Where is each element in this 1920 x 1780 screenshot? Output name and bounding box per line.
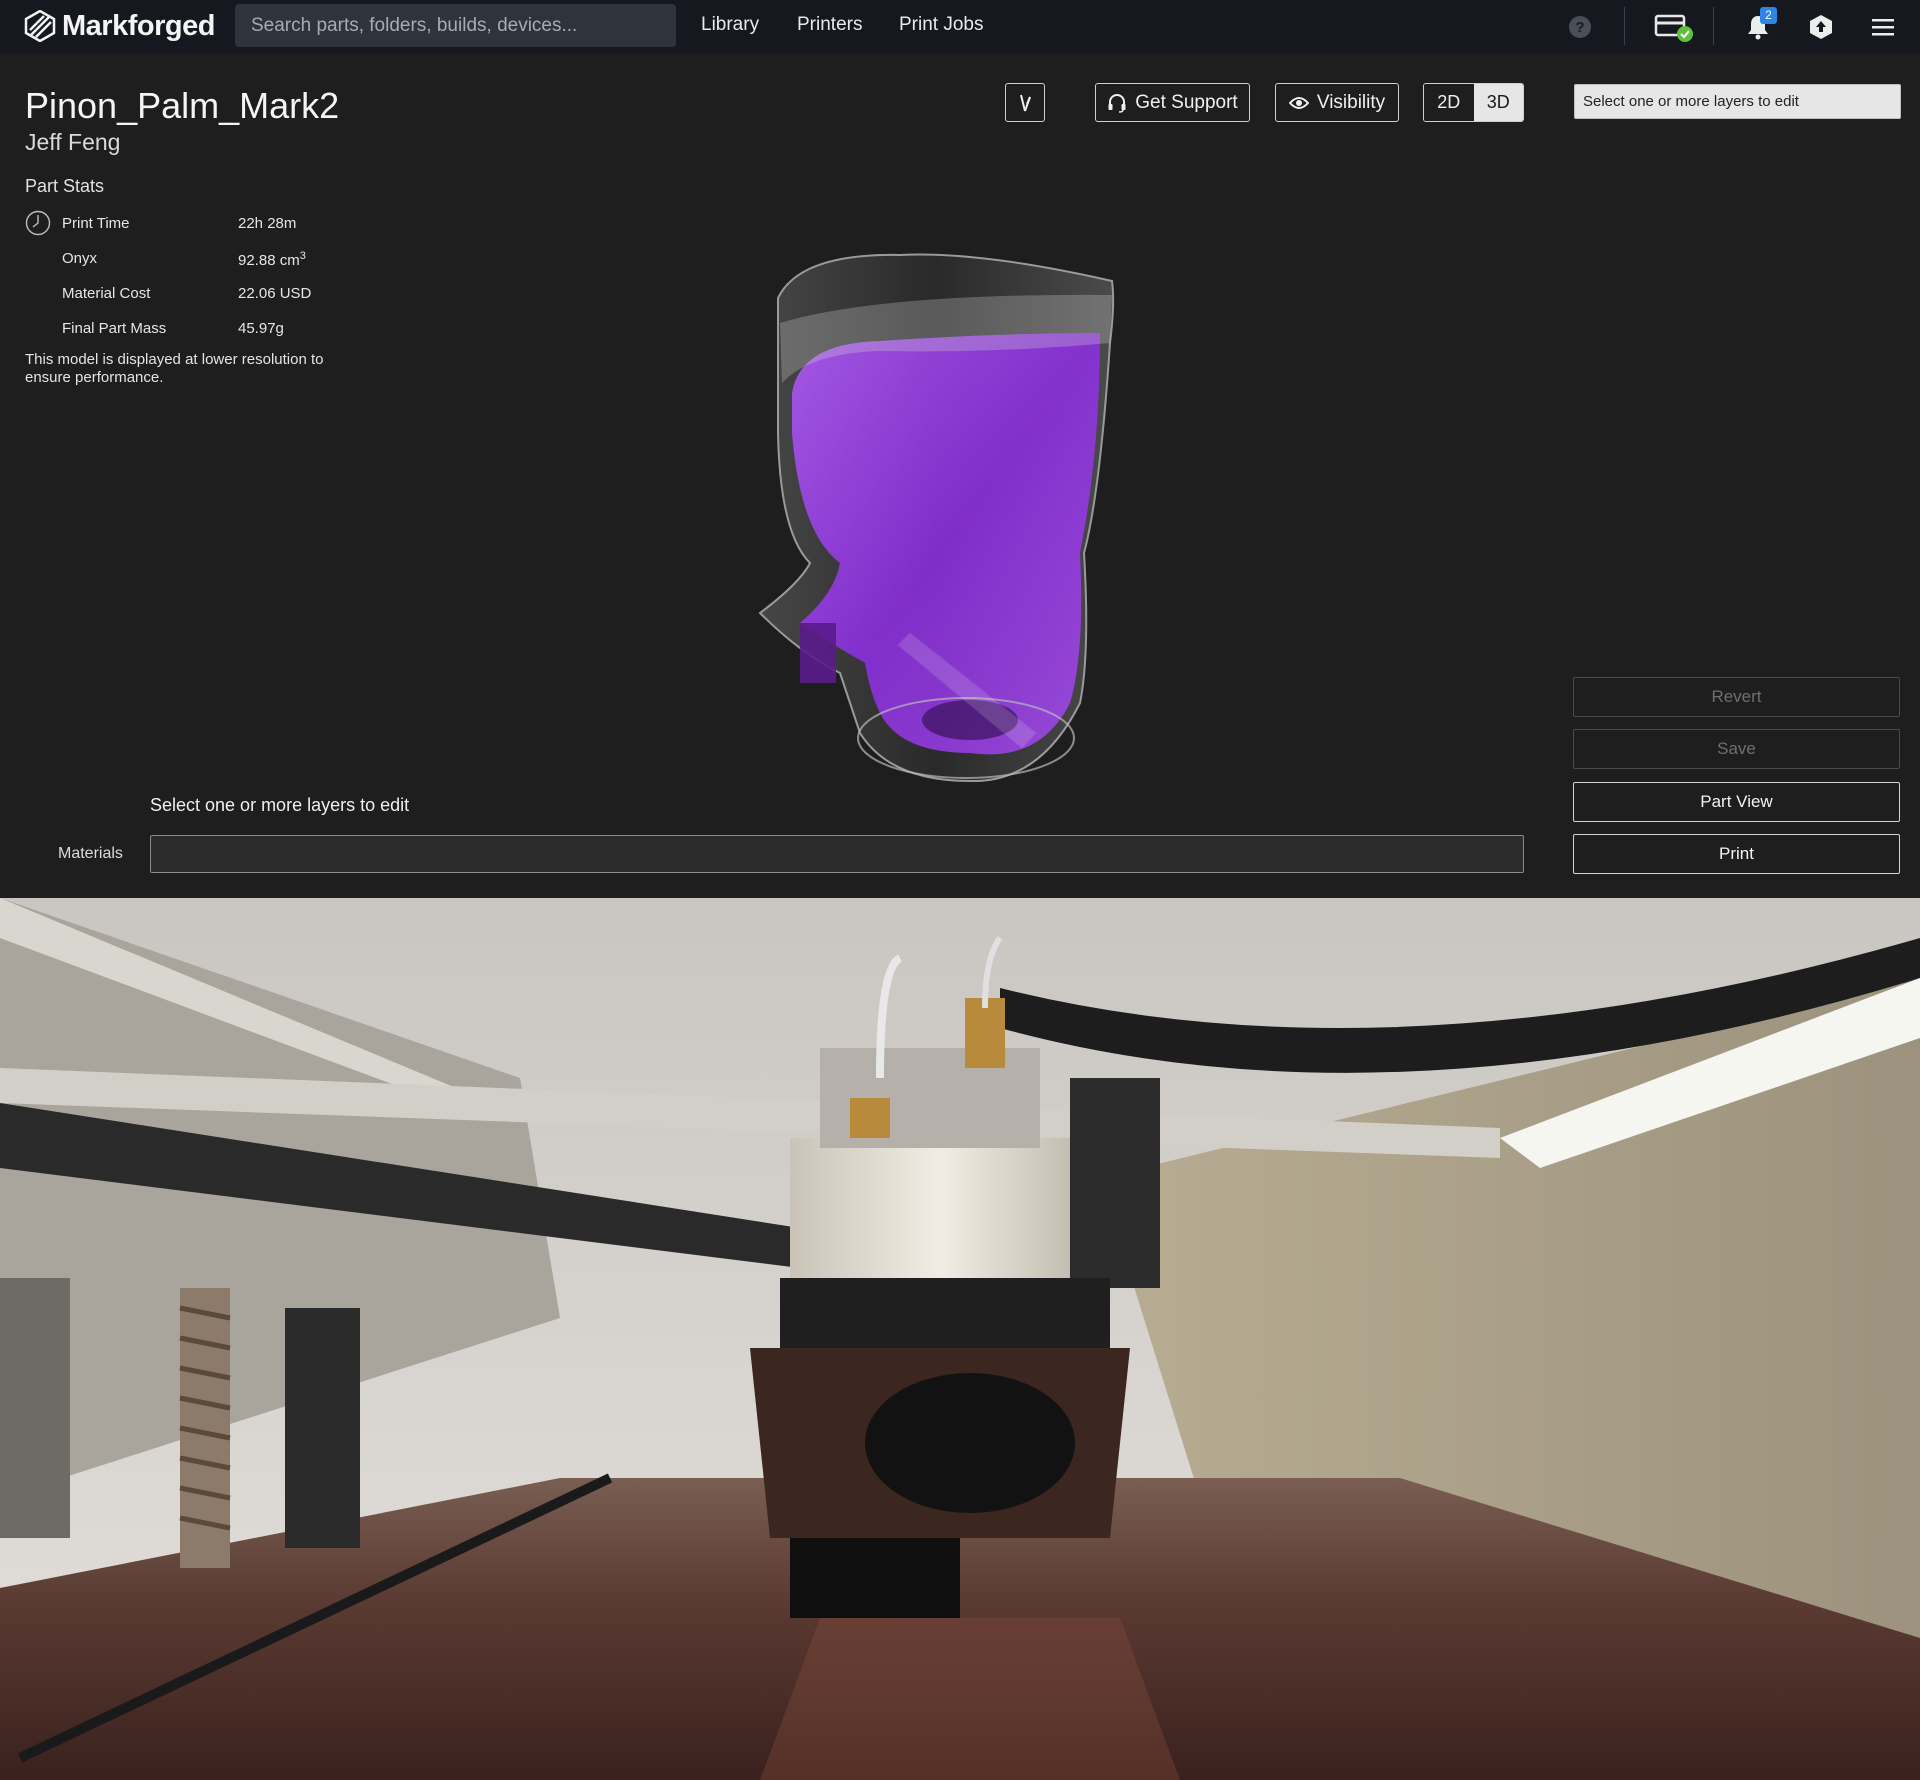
stat-value: 45.97g: [238, 320, 284, 337]
part-workspace: Pinon_Palm_Mark2 Jeff Feng Part Stats Pr…: [0, 53, 1920, 898]
markforged-logo-icon: [24, 10, 56, 42]
notification-count-badge: 2: [1760, 7, 1777, 24]
brand-name: Markforged: [62, 9, 215, 42]
branch-icon: [1020, 94, 1031, 111]
visibility-label: Visibility: [1316, 91, 1386, 113]
headset-icon: [1108, 93, 1126, 113]
nav-printers[interactable]: Printers: [797, 14, 862, 36]
stat-label: Final Part Mass: [62, 320, 167, 337]
stat-print-time: Print Time 22h 28m: [25, 210, 365, 236]
stat-label: Onyx: [62, 250, 98, 267]
get-support-button[interactable]: Get Support: [1095, 83, 1250, 122]
materials-layer-bar[interactable]: [150, 835, 1524, 873]
help-icon: ?: [1569, 15, 1591, 38]
main-menu-button[interactable]: [1868, 0, 1898, 53]
stat-label: Material Cost: [62, 285, 151, 302]
stat-value-text: 92.88 cm: [238, 252, 300, 269]
materials-label: Materials: [58, 845, 123, 862]
view-mode-toggle: 2D 3D: [1423, 83, 1524, 122]
stat-onyx-volume: Onyx 92.88 cm3: [25, 245, 365, 271]
part-owner: Jeff Feng: [25, 129, 121, 155]
menu-icon: [1872, 18, 1894, 35]
stat-final-part-mass: Final Part Mass 45.97g: [25, 315, 365, 341]
part-view-button[interactable]: Part View: [1573, 782, 1900, 822]
printer-camera-feed: [0, 898, 1920, 1780]
nav-divider: [1713, 7, 1714, 45]
clock-icon: [25, 210, 51, 236]
stat-material-cost: Material Cost 22.06 USD: [25, 280, 365, 306]
save-button[interactable]: Save: [1573, 729, 1900, 769]
part-stats-heading: Part Stats: [25, 176, 105, 196]
brand-logo[interactable]: Markforged: [24, 8, 215, 44]
branch-button[interactable]: [1005, 83, 1045, 122]
part-title: Pinon_Palm_Mark2: [25, 85, 340, 126]
layer-select-dropdown[interactable]: Select one or more layers to edit: [1574, 84, 1901, 119]
view-3d-option[interactable]: 3D: [1473, 84, 1523, 121]
stat-label: Print Time: [62, 215, 130, 232]
eye-icon: [1288, 96, 1309, 109]
nav-divider: [1624, 7, 1625, 45]
print-button[interactable]: Print: [1573, 834, 1900, 874]
part-infill-mark: [792, 333, 1100, 755]
stat-value: 22.06 USD: [238, 285, 312, 302]
get-support-label: Get Support: [1135, 91, 1238, 113]
stat-value: 92.88 cm3: [238, 250, 306, 269]
view-2d-option[interactable]: 2D: [1424, 84, 1474, 121]
stat-unit-superscript: 3: [299, 250, 306, 262]
top-navigation-bar: Markforged Library Printers Print Jobs ?…: [0, 0, 1920, 53]
revert-button[interactable]: Revert: [1573, 677, 1900, 717]
stat-value: 22h 28m: [238, 215, 297, 232]
layer-edit-hint: Select one or more layers to edit: [150, 795, 410, 815]
visibility-button[interactable]: Visibility: [1275, 83, 1399, 122]
nav-library[interactable]: Library: [701, 14, 759, 36]
resolution-note: This model is displayed at lower resolut…: [25, 351, 324, 386]
printer-interior-photo: [0, 898, 1920, 1780]
part-3d-viewport[interactable]: [740, 233, 1140, 793]
account-button[interactable]: [1806, 0, 1836, 53]
nav-print-jobs[interactable]: Print Jobs: [899, 14, 983, 36]
device-status-button[interactable]: [1652, 0, 1696, 53]
svg-text:?: ?: [1575, 19, 1584, 36]
global-search-input[interactable]: [235, 4, 676, 47]
device-status-icon: [1654, 14, 1693, 42]
account-icon: [1810, 14, 1832, 39]
part-support-mark: [800, 623, 836, 683]
help-button[interactable]: ?: [1565, 0, 1595, 53]
